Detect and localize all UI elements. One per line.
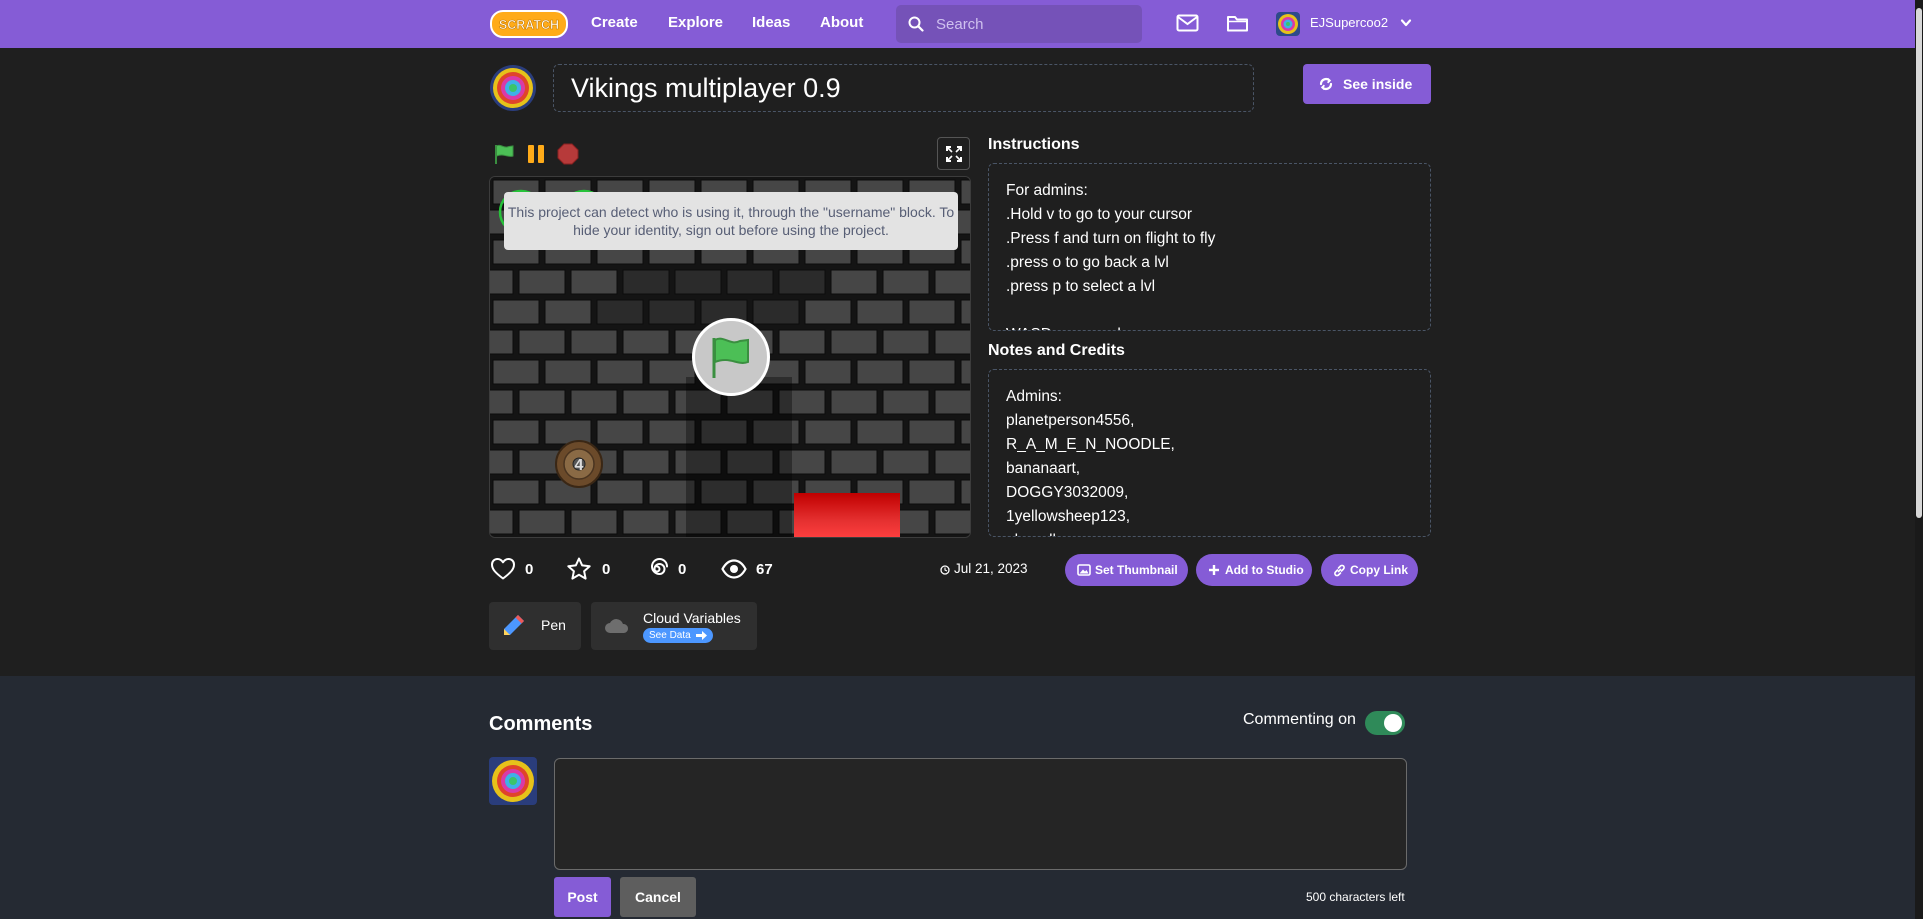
user-avatar[interactable] [1276,12,1300,36]
characters-left: 500 characters left [1306,890,1405,904]
share-date: Jul 21, 2023 [954,561,1028,576]
instructions-line: .Hold v to go to your cursor [1006,206,1193,223]
toggle-knob [1384,714,1402,732]
username[interactable]: EJSupercoo2 [1310,0,1388,46]
notes-line: planetperson4556, [1006,412,1135,429]
stage-lava [794,493,900,537]
share-date-icon [940,565,950,575]
pen-icon [504,615,524,635]
project-author-avatar[interactable] [489,64,537,112]
notes-line: bananaart, [1006,460,1081,477]
instructions-line: .Press f and turn on flight to fly [1006,230,1216,247]
set-thumbnail-button[interactable]: Set Thumbnail [1065,554,1188,586]
cancel-button[interactable]: Cancel [620,877,696,917]
comment-input[interactable] [554,758,1407,870]
cloud-variables-label: Cloud Variables [643,610,741,626]
remix-count: 0 [678,561,687,578]
notes-heading: Notes and Credits [988,342,1125,359]
page-scrollbar[interactable] [1915,0,1923,919]
nav-about[interactable]: About [820,0,863,48]
views-stat: 67 [721,557,791,583]
image-icon [1077,564,1091,576]
shield-label: 4 [575,457,584,474]
green-flag-icon[interactable] [493,143,515,165]
chevron-down-icon[interactable] [1400,18,1412,28]
copy-link-label: Copy Link [1350,563,1409,577]
pen-extension-chip: Pen [489,602,581,650]
views-count: 67 [756,561,773,578]
search-input[interactable] [934,5,1134,43]
set-thumbnail-label: Set Thumbnail [1095,563,1178,577]
notes-line: 1yellowsheep123, [1006,508,1131,525]
cloud-variables-chip: Cloud Variables See Data [591,602,757,650]
love-count: 0 [525,561,534,578]
fullscreen-icon [946,146,962,162]
commenting-toggle[interactable] [1365,711,1405,735]
my-stuff-icon[interactable] [1226,12,1249,34]
see-inside-icon [1319,77,1333,91]
messages-icon[interactable] [1176,12,1199,34]
project-stage[interactable]: 4 This project can detect who is using i… [489,176,971,538]
scratch-logo[interactable]: SCRATCH [490,9,568,39]
notes-line: alanrall [1006,529,1413,536]
notes-line: R_A_M_E_N_NOODLE, [1006,436,1175,453]
notes-box[interactable]: Admins: planetperson4556, R_A_M_E_N_NOOD… [988,369,1431,537]
remix-spiral-icon [651,558,668,576]
add-to-studio-button[interactable]: Add to Studio [1196,554,1312,586]
instructions-line [1006,299,1413,323]
shield-sprite: 4 [555,440,603,488]
star-icon [567,557,591,580]
see-data-button[interactable]: See Data [643,628,713,643]
see-inside-label: See inside [1343,76,1413,92]
pen-extension-label: Pen [541,617,566,633]
stop-icon[interactable] [557,143,579,165]
green-flag-overlay-icon [712,337,749,378]
logo-text: SCRATCH [499,18,559,32]
notes-line: Admins: [1006,388,1062,405]
instructions-box[interactable]: For admins: .Hold v to go to your cursor… [988,163,1431,331]
search-bar [896,5,1142,43]
pause-icon[interactable] [526,144,546,164]
instructions-line: For admins: [1006,182,1088,199]
add-to-studio-label: Add to Studio [1225,563,1304,577]
nav-explore[interactable]: Explore [668,0,723,48]
see-inside-button[interactable]: See inside [1303,64,1431,104]
notes-line: DOGGY3032009, [1006,484,1129,501]
copy-link-button[interactable]: Copy Link [1321,554,1418,586]
cloud-icon [605,619,629,633]
remix-stat: 0 [645,557,695,583]
instructions-line: .press o to go back a lvl [1006,254,1169,271]
comment-user-avatar[interactable] [489,757,537,805]
username-notice: This project can detect who is using it,… [504,192,958,250]
love-button[interactable]: 0 [490,557,540,583]
arrow-right-icon [696,631,707,640]
instructions-line: .press p to select a lvl [1006,278,1156,295]
search-icon [908,16,924,32]
scrollbar-thumb[interactable] [1916,8,1922,518]
nav-create[interactable]: Create [591,0,638,48]
favorite-button[interactable]: 0 [566,557,616,583]
project-title: Vikings multiplayer 0.9 [571,73,841,103]
eye-icon [721,559,747,579]
heart-icon [491,558,515,580]
favorite-count: 0 [602,561,611,578]
see-data-label: See Data [649,630,691,641]
project-title-field: Vikings multiplayer 0.9 [553,64,1254,112]
plus-icon [1209,565,1219,575]
link-icon [1334,564,1345,577]
top-nav: SCRATCH Create Explore Ideas About EJSup… [0,0,1923,48]
green-flag-overlay-button[interactable] [692,318,770,396]
comments-heading: Comments [489,713,593,735]
instructions-heading: Instructions [988,136,1080,153]
nav-ideas[interactable]: Ideas [752,0,790,48]
fullscreen-button[interactable] [937,137,970,170]
commenting-label: Commenting on [1243,711,1356,728]
instructions-line: WASD or arrow keys [1006,323,1413,330]
post-button[interactable]: Post [554,877,611,917]
